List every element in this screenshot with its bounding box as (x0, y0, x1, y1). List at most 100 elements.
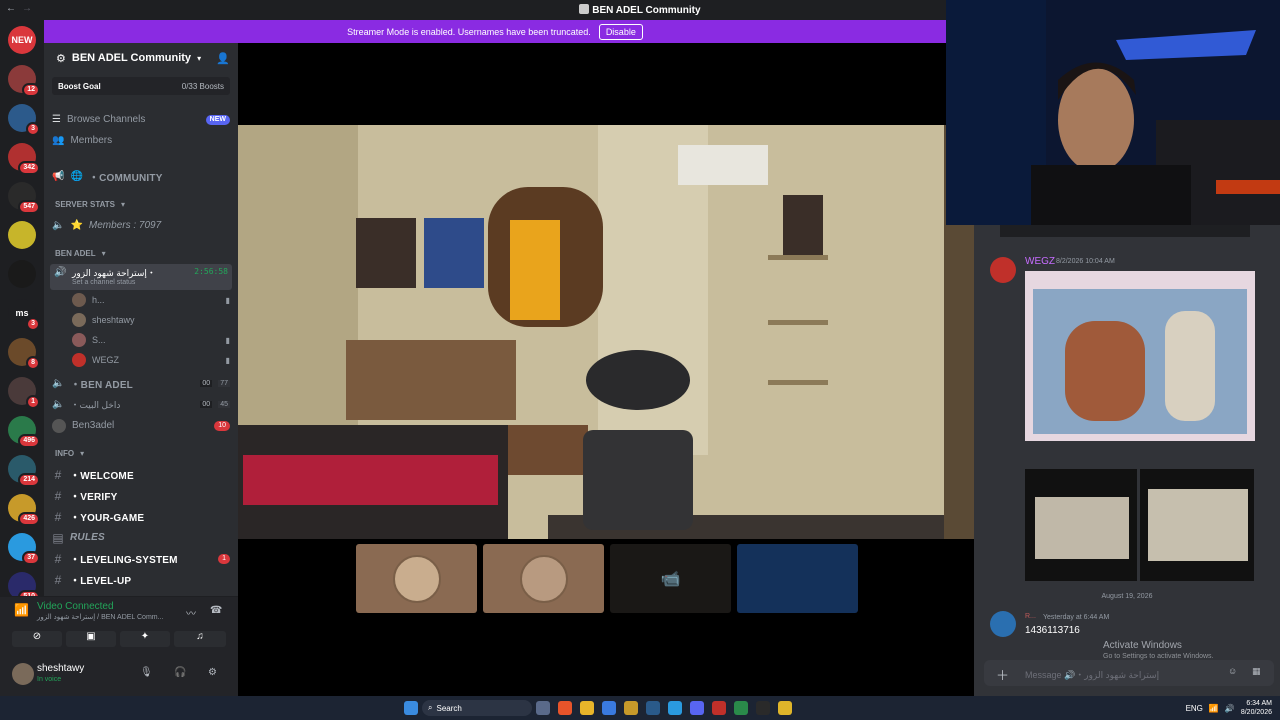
members-item[interactable]: 👥 Members (44, 130, 238, 151)
text-channel[interactable]: # ・VERIFY (44, 485, 238, 506)
disconnect-icon[interactable]: ☎ (210, 605, 222, 616)
server-icon[interactable]: 37 (8, 533, 40, 565)
window-titlebar: ← → BEN ADEL Community (0, 0, 946, 20)
text-channel[interactable]: # ・WELCOME (44, 464, 238, 485)
screen-share-button[interactable]: ▣ (66, 631, 116, 647)
soundboard-button[interactable]: ♫ (174, 631, 226, 647)
voice-channel-home[interactable]: 🔈 ・داخل البيت 00 45 (44, 394, 238, 415)
members-count-channel[interactable]: 🔈 ⭐ Members : 7097 (44, 215, 238, 236)
app-icon[interactable] (712, 701, 726, 715)
category-ben-adel[interactable]: BEN ADEL ▾ (44, 242, 238, 264)
server-icon[interactable] (8, 260, 36, 288)
attachment-image-3[interactable] (1140, 469, 1254, 581)
category-info[interactable]: INFO ▾ (44, 442, 238, 464)
info-channels: # ・WELCOME # ・VERIFY # ・YOUR-GAME ▤ RULES # ・LEVE… (44, 464, 238, 590)
edge-icon[interactable] (668, 701, 682, 715)
wifi-icon[interactable]: 📶 (1209, 704, 1219, 713)
volume-icon[interactable]: 🔊 (1225, 704, 1235, 713)
noise-suppression-icon[interactable]: 〰 (186, 605, 196, 620)
steam-icon[interactable] (646, 701, 660, 715)
server-icon[interactable]: NEW (8, 26, 36, 54)
discord-icon[interactable] (690, 701, 704, 715)
hash-icon: ▤ (52, 530, 64, 545)
previous-image[interactable] (1000, 225, 1250, 237)
channel-ben3adel[interactable]: Ben3adel 10 (44, 415, 238, 436)
chevron-down-icon: ▾ (80, 448, 85, 458)
participant-tile-2[interactable] (483, 544, 604, 613)
browse-channels[interactable]: ☰ Browse Channels NEW (44, 109, 238, 130)
gear-icon[interactable]: ⚙ (208, 667, 217, 678)
voice-user[interactable]: sheshtawy (44, 310, 238, 330)
voice-channel-path[interactable]: إستراحة شهود الزور / BEN ADEL Comm... (37, 613, 163, 621)
voice-user[interactable]: h... ▮ (44, 290, 238, 310)
app-icon[interactable] (624, 701, 638, 715)
server-icon[interactable]: 496 (8, 416, 40, 448)
server-icon[interactable]: 426 (8, 494, 40, 526)
activities-button[interactable]: ✦ (120, 631, 170, 647)
channel-status[interactable]: Set a channel status (72, 279, 135, 286)
language-indicator[interactable]: ENG (1186, 704, 1203, 713)
server-icon[interactable]: 547 (8, 182, 40, 214)
participant-tile-4[interactable] (737, 544, 858, 613)
participant-tile-3[interactable]: 📹 (610, 544, 731, 613)
boost-goal-bar[interactable]: Boost Goal 0/33 Boosts (52, 77, 230, 95)
microphone-icon[interactable]: 🎙 (140, 667, 153, 678)
message-author[interactable]: WEGZ (1025, 256, 1055, 267)
members-icon: 👥 (52, 135, 65, 146)
attachment-image-1[interactable] (1025, 271, 1255, 441)
brave-icon[interactable] (558, 701, 572, 715)
server-icon[interactable]: ms 3 (8, 299, 40, 331)
invite-icon[interactable]: 👤 (216, 52, 230, 65)
participant-tile-1[interactable] (356, 544, 477, 613)
server-icon[interactable]: 3 (8, 104, 40, 136)
voice-user[interactable]: S... ▮ (44, 330, 238, 350)
text-channel[interactable]: # ・YOUR-GAME (44, 506, 238, 527)
text-channel[interactable]: # ・LEVEL-UP (44, 569, 238, 590)
chevron-down-icon: ▾ (121, 199, 126, 209)
voice-user-name: h... (92, 295, 105, 305)
add-attachment-icon[interactable]: ＋ (996, 665, 1009, 684)
server-icon[interactable]: 12 (8, 65, 40, 97)
search-label: Search (436, 703, 462, 713)
voice-user-name: sheshtawy (92, 315, 135, 325)
server-header[interactable]: ⚙ BEN ADEL Community ▾ 👤 (44, 43, 238, 73)
avatar (519, 554, 568, 603)
apps-icon[interactable]: ▦ (1252, 666, 1261, 677)
voice-channel-ben-adel[interactable]: 🔈 ・BEN ADEL 00 77 (44, 373, 238, 394)
avatar[interactable] (990, 611, 1016, 637)
server-icon[interactable]: 214 (8, 455, 40, 487)
app-icon[interactable] (734, 701, 748, 715)
chrome-icon[interactable] (778, 701, 792, 715)
search-box[interactable]: ⌕ Search (422, 700, 532, 716)
message-author[interactable]: R... (1025, 613, 1036, 620)
voice3-name: ・داخل البيت (70, 400, 121, 410)
emoji-icon[interactable]: ☺ (1228, 666, 1237, 676)
headphones-icon[interactable]: 🎧 (174, 667, 186, 678)
server-icon[interactable] (8, 221, 36, 249)
active-voice-channel[interactable]: 🔊 إستراحة شهود الزور・ 2:56:58 Set a chan… (50, 264, 232, 290)
signal-icon[interactable]: 📶 (14, 603, 29, 617)
clock[interactable]: 6:34 AM 8/20/2026 (1241, 699, 1272, 717)
tiktok-icon[interactable] (756, 701, 770, 715)
speaker-icon: 🔊 (54, 267, 67, 278)
copilot-icon[interactable] (536, 701, 550, 715)
message-input[interactable]: ＋ Message 🔊・إستراحة شهود الزور ☺ ▦ (984, 660, 1274, 686)
avatar[interactable] (990, 257, 1016, 283)
text-channel[interactable]: # ・LEVELING-SYSTEM 1 (44, 548, 238, 569)
start-icon[interactable] (404, 701, 418, 715)
store-icon[interactable] (602, 701, 616, 715)
category-server-stats[interactable]: SERVER STATS ▾ (44, 193, 238, 215)
main-video-feed[interactable] (238, 125, 974, 539)
attachment-image-2[interactable] (1025, 469, 1137, 581)
server-icon[interactable]: 1 (8, 377, 40, 409)
text-channel[interactable]: ▤ RULES (44, 527, 238, 548)
avatar (72, 333, 86, 347)
camera-off-button[interactable]: ⊘ (12, 631, 62, 647)
user-avatar[interactable] (12, 663, 34, 685)
server-icon[interactable]: 342 (8, 143, 40, 175)
voice-user[interactable]: WEGZ ▮ (44, 350, 238, 370)
file-explorer-icon[interactable] (580, 701, 594, 715)
server-icon[interactable]: 8 (8, 338, 40, 370)
community-channel[interactable]: 📢 🌐 ・COMMUNITY (44, 166, 238, 187)
disable-button[interactable]: Disable (598, 23, 643, 40)
